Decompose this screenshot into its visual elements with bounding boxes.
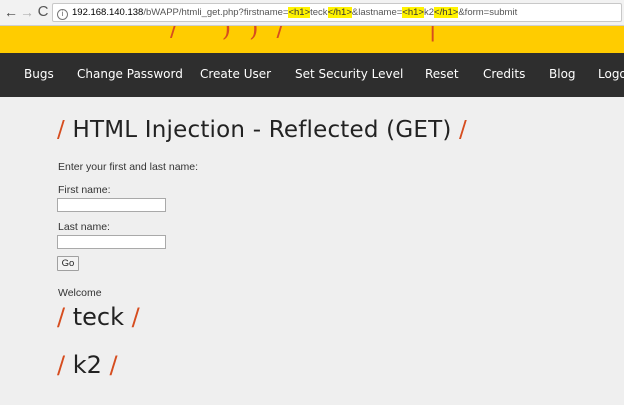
menu-item-bugs[interactable]: Bugs: [24, 67, 54, 81]
url-tail: &form=submit: [458, 7, 518, 18]
url-value-1: teck: [310, 7, 328, 18]
back-arrow-icon[interactable]: ←: [3, 4, 19, 20]
url-tag-open-1: <h1>: [288, 7, 311, 18]
url-tag-open-2: <h1>: [402, 7, 424, 18]
first-name-input[interactable]: [57, 198, 166, 212]
first-slash-right: /: [131, 303, 140, 331]
url-value-2: k2: [423, 7, 435, 18]
menu-item-blog[interactable]: Blog: [549, 67, 576, 81]
welcome-text: Welcome: [58, 287, 102, 299]
form-prompt: Enter your first and last name:: [58, 161, 199, 173]
address-bar[interactable]: i 192.168.140.138/bWAPP/htmli_get.php?fir…: [52, 3, 622, 22]
first-slash-left: /: [57, 303, 66, 331]
url-tag-close-2: </h1>: [434, 7, 459, 18]
reflected-last-text: k2: [72, 351, 102, 379]
go-button[interactable]: Go: [57, 256, 79, 271]
browser-toolbar: ← → C i 192.168.140.138/bWAPP/htmli_get.p…: [0, 0, 624, 26]
url-host: 192.168.140.138: [72, 7, 144, 18]
reflected-last-name: / k2 /: [57, 351, 118, 379]
last-name-label: Last name:: [58, 221, 110, 233]
menu-item-change-password[interactable]: Change Password: [77, 67, 183, 81]
last-name-input[interactable]: [57, 235, 166, 249]
forward-arrow-icon[interactable]: →: [19, 4, 35, 20]
url-mid: &lastname=: [351, 7, 403, 18]
reload-icon[interactable]: C: [35, 4, 51, 20]
url-path: /bWAPP/htmli_get.php?firstname=: [143, 7, 289, 18]
menu-item-reset[interactable]: Reset: [425, 67, 459, 81]
url-tag-close-1: </h1>: [327, 7, 352, 18]
menu-item-create-user[interactable]: Create User: [200, 67, 271, 81]
reflected-first-text: teck: [72, 303, 125, 331]
cropped-logo-icon: / ))/ ' ' |: [170, 26, 455, 42]
last-slash-right: /: [109, 351, 118, 379]
header-band: / ))/ ' ' |: [0, 26, 624, 53]
last-slash-left: /: [57, 351, 66, 379]
main-menu: Bugs Change Password Create User Set Sec…: [0, 53, 624, 97]
title-slash-right: /: [459, 117, 467, 143]
first-name-label: First name:: [58, 184, 111, 196]
page-title-text: HTML Injection - Reflected (GET): [72, 117, 452, 143]
menu-item-credits[interactable]: Credits: [483, 67, 525, 81]
menu-item-set-security-level[interactable]: Set Security Level: [295, 67, 403, 81]
reflected-first-name: / teck /: [57, 303, 140, 331]
title-slash-left: /: [57, 117, 65, 143]
info-icon[interactable]: i: [57, 9, 68, 20]
page-title: / HTML Injection - Reflected (GET) /: [57, 117, 467, 143]
menu-item-logout[interactable]: Logout: [598, 67, 624, 81]
